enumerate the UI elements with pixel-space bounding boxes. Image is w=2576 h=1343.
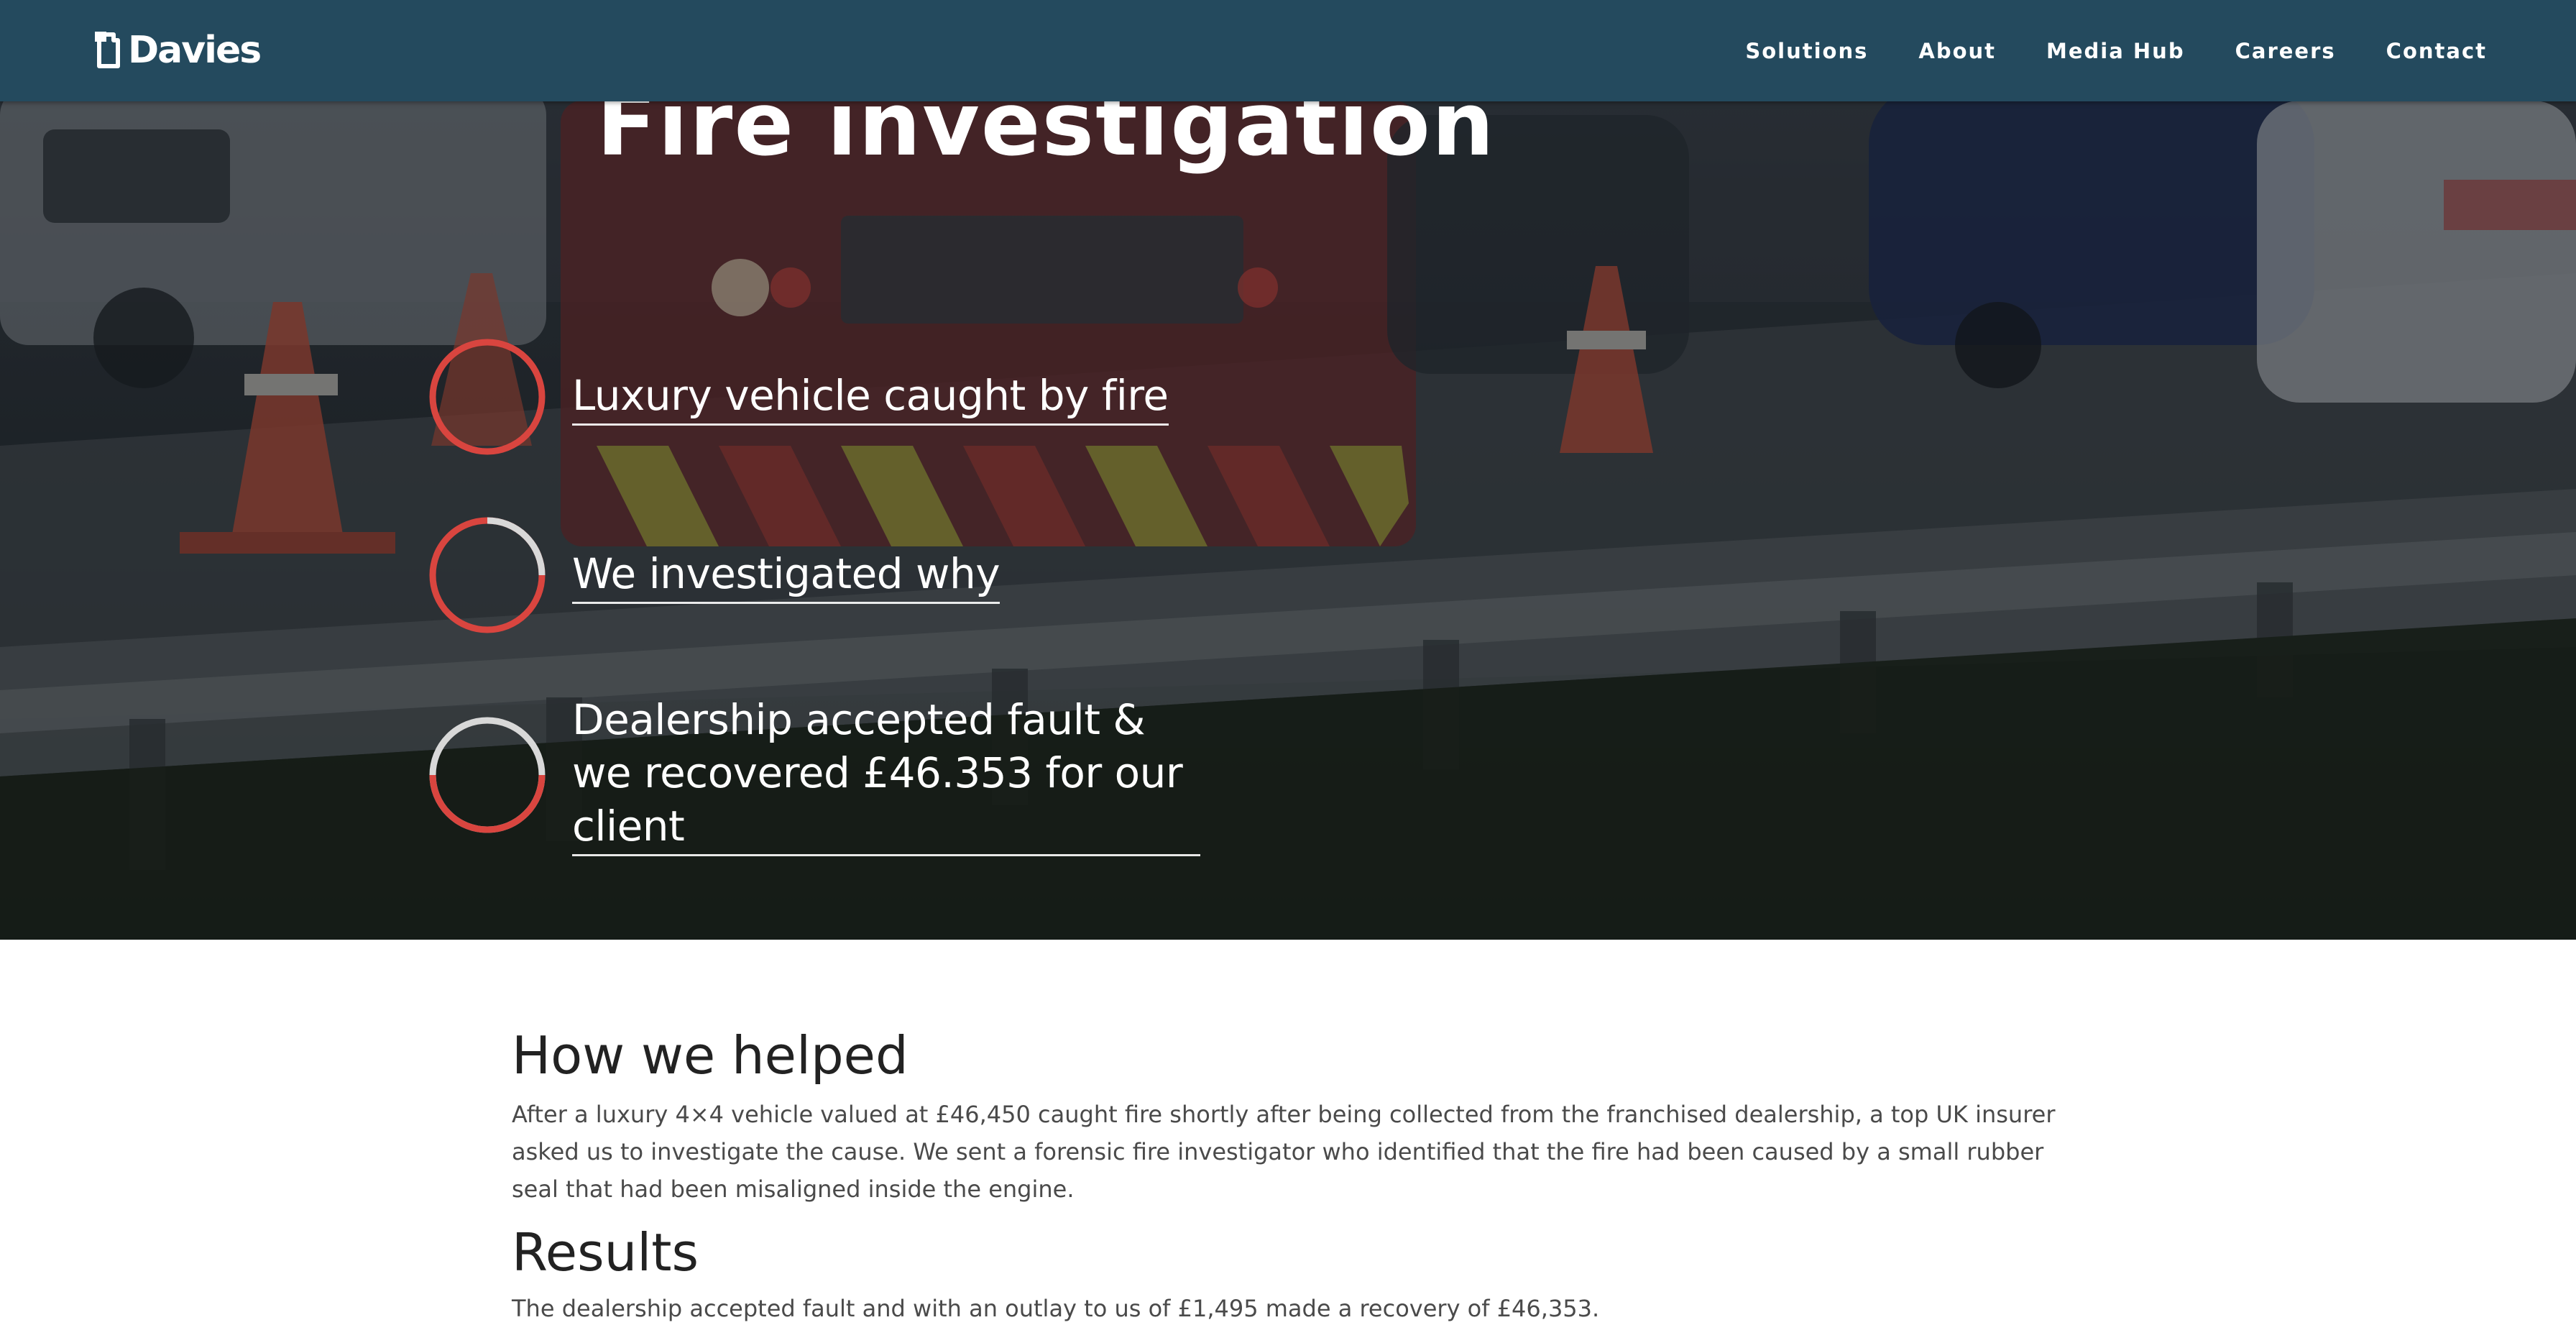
progress-ring-icon: [429, 717, 546, 833]
nav-about[interactable]: About: [1918, 39, 1996, 63]
progress-ring-icon: [429, 517, 546, 633]
how-we-helped-heading: How we helped: [512, 1025, 908, 1086]
logo-text: Davies: [128, 29, 262, 72]
nav-contact[interactable]: Contact: [2386, 39, 2487, 63]
top-navigation-bar: Davies Solutions About Media Hub Careers…: [0, 0, 2576, 101]
results-heading: Results: [512, 1222, 699, 1283]
nav-solutions[interactable]: Solutions: [1745, 39, 1868, 63]
step-dealership-fault[interactable]: Dealership accepted fault & we recovered…: [427, 693, 1200, 856]
hero-banner: Fire investigation Luxury vehicle caught…: [0, 0, 2576, 940]
case-study-content: How we helped After a luxury 4×4 vehicle…: [512, 1022, 2064, 1327]
step-2-link[interactable]: We investigated why: [572, 547, 1000, 604]
davies-logo-icon: [95, 32, 120, 68]
nav-media-hub[interactable]: Media Hub: [2046, 39, 2185, 63]
nav-careers[interactable]: Careers: [2235, 39, 2336, 63]
davies-logo[interactable]: Davies: [92, 29, 262, 72]
results-text: The dealership accepted fault and with a…: [512, 1295, 1600, 1322]
step-1-link[interactable]: Luxury vehicle caught by fire: [572, 369, 1169, 426]
step-luxury-vehicle[interactable]: Luxury vehicle caught by fire: [427, 336, 1169, 457]
step-investigated[interactable]: We investigated why: [427, 515, 1000, 636]
progress-ring-icon: [429, 339, 546, 455]
step-3-link[interactable]: Dealership accepted fault & we recovered…: [572, 693, 1200, 856]
how-we-helped-text: After a luxury 4×4 vehicle valued at £46…: [512, 1101, 2056, 1203]
main-nav: Solutions About Media Hub Careers Contac…: [1745, 0, 2487, 101]
